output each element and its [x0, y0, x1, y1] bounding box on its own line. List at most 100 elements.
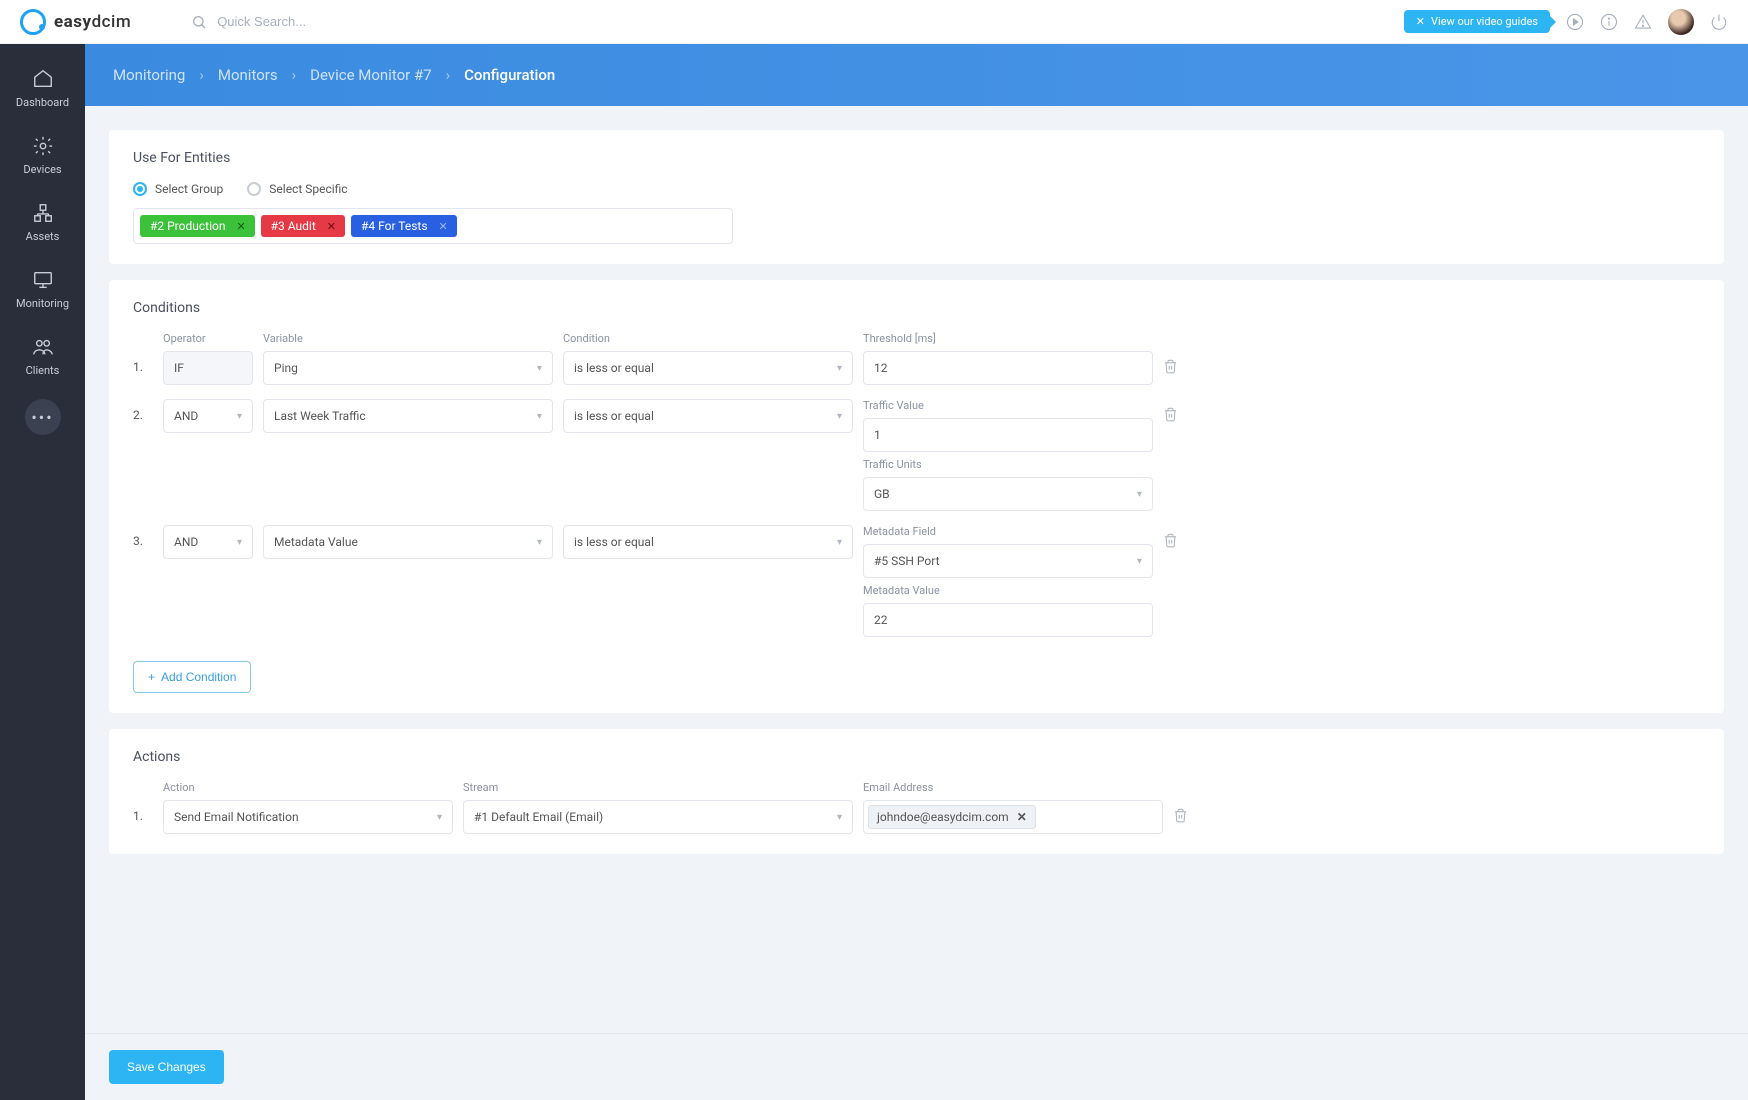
chevron-down-icon: ▾ [537, 411, 542, 422]
close-icon[interactable]: ✕ [233, 220, 248, 233]
condition-select[interactable]: is less or equal▾ [563, 525, 853, 559]
sidebar-more[interactable]: ••• [25, 399, 61, 435]
field-label: Traffic Units [863, 458, 1153, 471]
logo-text: easydcim [54, 12, 131, 32]
field-input[interactable]: 22 [863, 603, 1153, 637]
operator-select[interactable]: AND▾ [163, 525, 253, 559]
chevron-right-icon: › [199, 66, 204, 84]
entity-tag[interactable]: #3 Audit✕ [261, 215, 345, 237]
email-input[interactable]: johndoe@easydcim.com✕ [863, 800, 1163, 834]
entity-tag[interactable]: #2 Production ✕ [140, 215, 255, 237]
breadcrumb-link[interactable]: Device Monitor #7 [310, 66, 432, 84]
entity-tag[interactable]: #4 For Tests✕ [351, 215, 457, 237]
condition-select[interactable]: is less or equal▾ [563, 399, 853, 433]
variable-select[interactable]: Last Week Traffic▾ [263, 399, 553, 433]
field-label: Metadata Field [863, 525, 1153, 538]
action-row: 1. Send Email Notification▾ #1 Default Ema… [133, 800, 1700, 834]
delete-row-button[interactable] [1163, 399, 1193, 422]
breadcrumb-link[interactable]: Monitoring [113, 66, 185, 84]
field-input[interactable]: 12 [863, 351, 1153, 385]
video-guide-button[interactable]: ✕ View our video guides [1404, 10, 1550, 33]
chevron-down-icon: ▾ [837, 537, 842, 548]
chevron-down-icon: ▾ [837, 812, 842, 823]
chevron-right-icon: › [446, 66, 451, 84]
card-title: Conditions [133, 300, 1700, 316]
card-title: Actions [133, 749, 1700, 765]
condition-row: 1. IF Ping▾ is less or equal▾ 12 [133, 351, 1700, 385]
plus-icon: + [148, 670, 155, 684]
condition-row: 3. AND▾ Metadata Value▾ is less or equal▾ Me… [133, 525, 1700, 637]
chevron-down-icon: ▾ [837, 411, 842, 422]
entity-tag-box[interactable]: #2 Production✕#3 Audit✕#4 For Tests✕ [133, 208, 733, 244]
row-number: 2. [133, 399, 153, 422]
variable-select[interactable]: Ping▾ [263, 351, 553, 385]
chevron-right-icon: › [292, 66, 297, 84]
row-number: 1. [133, 351, 153, 374]
entities-card: Use For Entities Select Group Select Spe… [109, 130, 1724, 264]
alert-icon[interactable] [1634, 13, 1652, 31]
delete-row-button[interactable] [1173, 800, 1203, 823]
col-header: Operator [163, 332, 253, 345]
field-select[interactable]: #5 SSH Port▾ [863, 544, 1153, 578]
operator-select: IF [163, 351, 253, 385]
radio-icon [247, 182, 261, 196]
action-select[interactable]: Send Email Notification▾ [163, 800, 453, 834]
monitor-icon [32, 269, 54, 291]
sidebar-item-clients[interactable]: Clients [0, 324, 85, 389]
sidebar-item-devices[interactable]: Devices [0, 123, 85, 188]
search-input[interactable] [217, 14, 417, 29]
chevron-down-icon: ▾ [837, 363, 842, 374]
col-header: Email Address [863, 781, 1163, 794]
radio-icon [133, 182, 147, 196]
condition-select[interactable]: is less or equal▾ [563, 351, 853, 385]
breadcrumb: Monitoring › Monitors › Device Monitor #… [85, 44, 1748, 106]
chevron-down-icon: ▾ [537, 363, 542, 374]
close-icon[interactable]: ✕ [1017, 810, 1027, 824]
radio-select-specific[interactable]: Select Specific [247, 182, 347, 196]
sidebar: Dashboard Devices Assets Monitoring Clie… [0, 44, 85, 1100]
field-select[interactable]: GB▾ [863, 477, 1153, 511]
col-header: Stream [463, 781, 853, 794]
radio-select-group[interactable]: Select Group [133, 182, 223, 196]
sidebar-item-assets[interactable]: Assets [0, 190, 85, 255]
save-button[interactable]: Save Changes [109, 1050, 224, 1084]
sidebar-item-dashboard[interactable]: Dashboard [0, 56, 85, 121]
condition-row: 2. AND▾ Last Week Traffic▾ is less or equal… [133, 399, 1700, 511]
row-number: 3. [133, 525, 153, 548]
search-wrap[interactable] [191, 14, 417, 30]
col-header: Condition [563, 332, 853, 345]
delete-row-button[interactable] [1163, 525, 1193, 548]
sidebar-item-label: Monitoring [16, 297, 69, 310]
breadcrumb-current: Configuration [464, 66, 555, 84]
operator-select[interactable]: AND▾ [163, 399, 253, 433]
field-input[interactable]: 1 [863, 418, 1153, 452]
row-number: 1. [133, 800, 153, 823]
play-icon[interactable] [1566, 13, 1584, 31]
col-header: Action [163, 781, 453, 794]
sidebar-item-label: Clients [26, 364, 60, 377]
search-icon [191, 14, 207, 30]
stream-select[interactable]: #1 Default Email (Email)▾ [463, 800, 853, 834]
add-condition-button[interactable]: + Add Condition [133, 661, 251, 693]
logo-icon [20, 9, 46, 35]
topbar: easydcim ✕ View our video guides [0, 0, 1748, 44]
card-title: Use For Entities [133, 150, 1700, 166]
email-chip: johndoe@easydcim.com✕ [868, 805, 1036, 829]
info-icon[interactable] [1600, 13, 1618, 31]
variable-select[interactable]: Metadata Value▾ [263, 525, 553, 559]
chevron-down-icon: ▾ [237, 537, 242, 548]
breadcrumb-link[interactable]: Monitors [218, 66, 278, 84]
sidebar-item-monitoring[interactable]: Monitoring [0, 257, 85, 322]
sidebar-item-label: Dashboard [16, 96, 69, 109]
power-icon[interactable] [1710, 13, 1728, 31]
delete-row-button[interactable] [1163, 351, 1193, 374]
chevron-down-icon: ▾ [1137, 489, 1142, 500]
close-icon[interactable]: ✕ [436, 220, 451, 233]
tag-label: #2 Production [150, 219, 225, 233]
logo[interactable]: easydcim [20, 9, 131, 35]
avatar[interactable] [1668, 9, 1694, 35]
bottom-bar: Save Changes [85, 1033, 1748, 1100]
close-icon[interactable]: ✕ [324, 220, 339, 233]
close-icon[interactable]: ✕ [1416, 15, 1425, 28]
chevron-down-icon: ▾ [237, 411, 242, 422]
